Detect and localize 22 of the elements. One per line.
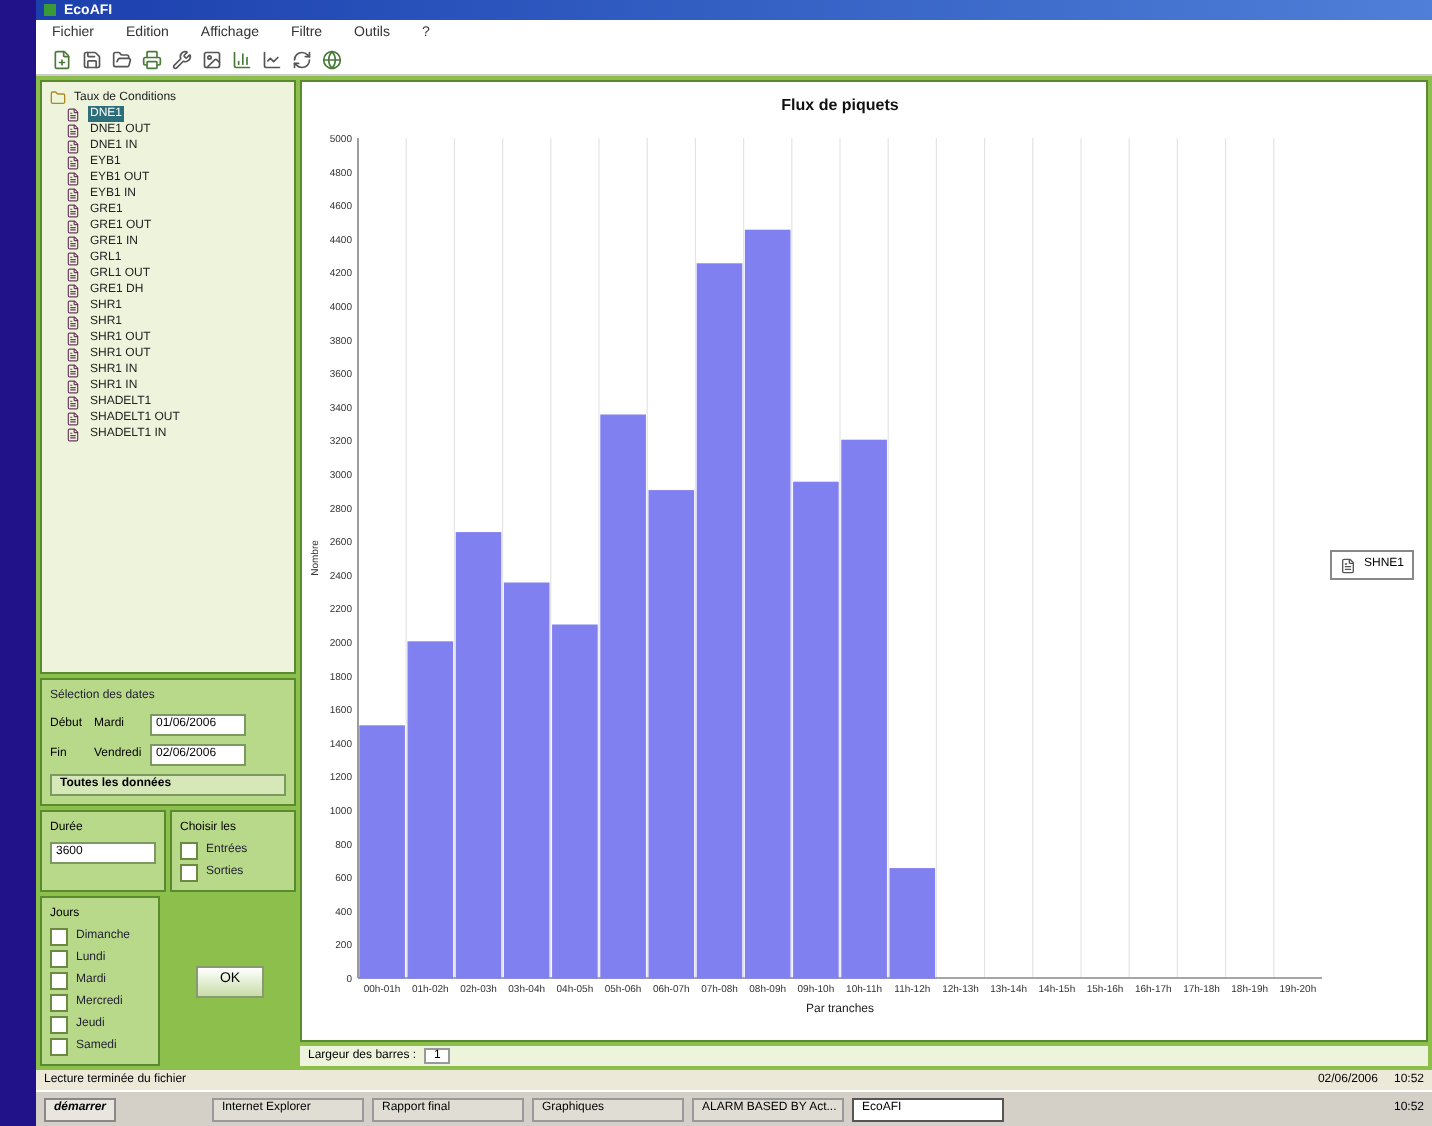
toolbar-icon[interactable] — [52, 49, 72, 69]
legend-icon — [1340, 557, 1356, 573]
toolbar-icon[interactable] — [292, 49, 312, 69]
toolbar-icon[interactable] — [232, 49, 252, 69]
chart-title: Flux de piquets — [781, 96, 899, 114]
toolbar-icon[interactable] — [202, 49, 222, 69]
toolbar-icon[interactable] — [82, 49, 102, 69]
toolbar-icon[interactable] — [112, 49, 132, 69]
checkbox[interactable] — [50, 994, 68, 1012]
toolbar-icon[interactable] — [142, 49, 162, 69]
checkbox[interactable] — [50, 928, 68, 946]
toolbar-icon[interactable] — [172, 49, 192, 69]
checkbox[interactable] — [50, 1016, 68, 1034]
checkbox[interactable] — [180, 842, 198, 860]
app-icon — [44, 4, 56, 16]
folder-icon — [50, 90, 66, 106]
checkbox[interactable] — [50, 972, 68, 990]
toolbar-icon[interactable] — [262, 49, 282, 69]
toolbar-icon[interactable] — [322, 49, 342, 69]
checkbox[interactable] — [180, 864, 198, 882]
checkbox[interactable] — [50, 1038, 68, 1056]
checkbox[interactable] — [50, 950, 68, 968]
